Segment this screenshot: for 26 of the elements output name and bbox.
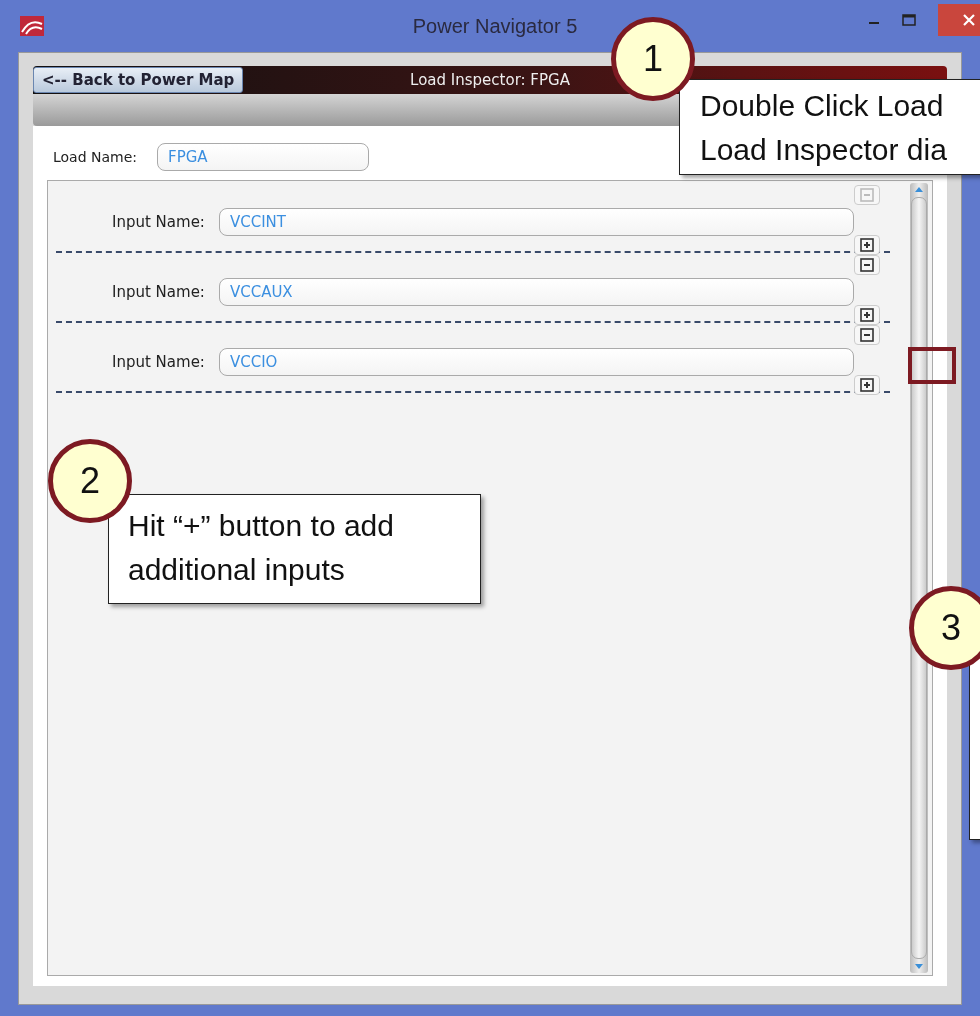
input-name-field[interactable]: VCCIO [218,348,854,376]
maximize-icon[interactable] [902,14,916,26]
step-number-badge: 1 [611,17,695,101]
add-button[interactable] [854,235,880,255]
callout-text: additional inputs [128,552,346,588]
highlight-frame [908,347,956,384]
app-logo-icon [20,16,44,36]
input-name-label: Input Name: [112,283,205,301]
close-icon[interactable] [962,13,976,27]
load-name-field[interactable]: FPGA [157,143,370,171]
scroll-up-icon[interactable] [914,185,924,193]
input-name-label: Input Name: [112,353,205,371]
callout-text: Double Click Load [700,88,945,124]
remove-button[interactable] [854,255,880,275]
scroll-down-icon[interactable] [914,963,924,971]
window-title: Power Navigator 5 [412,14,578,38]
dialog-title: Load Inspector: FPGA [410,71,570,89]
input-name-label: Input Name: [112,213,205,231]
input-name-field[interactable]: VCCINT [218,208,854,236]
remove-button[interactable] [854,325,880,345]
back-button[interactable]: <-- Back to Power Map [33,67,244,93]
callout-text: Load Inspector dia [700,132,948,168]
input-name-field[interactable]: VCCAUX [218,278,854,306]
add-button[interactable] [854,375,880,395]
add-button[interactable] [854,305,880,325]
load-name-label: Load Name: [53,149,138,165]
